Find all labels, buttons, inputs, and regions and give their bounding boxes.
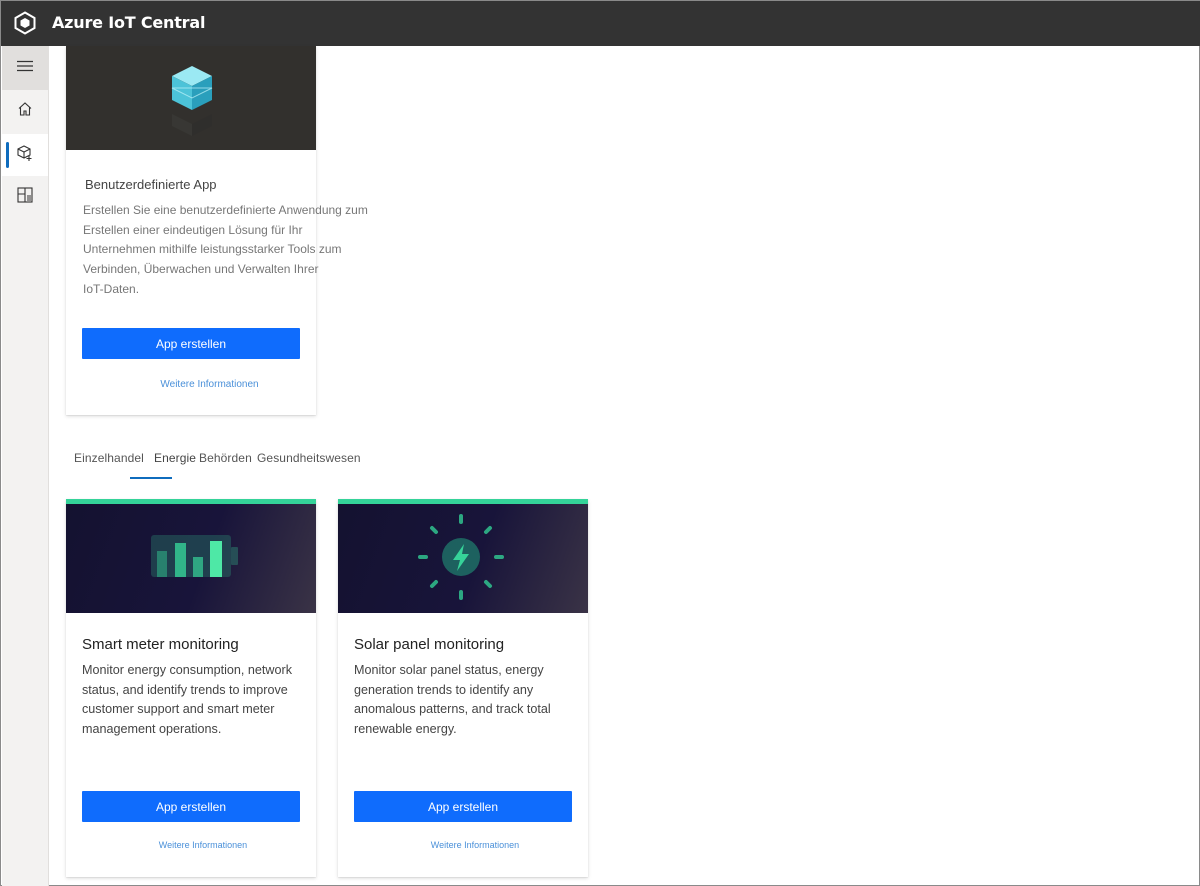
nav-active-indicator [6,142,9,168]
tab-retail[interactable]: Einzelhandel [74,451,144,465]
nav-home[interactable] [2,90,48,132]
template-title: Solar panel monitoring [354,636,505,653]
app-title[interactable]: Azure IoT Central [52,13,205,32]
sun-bolt-icon [418,514,504,600]
solar-panel-template-card: Solar panel monitoring Monitor solar pan… [338,499,588,877]
custom-app-hero [66,46,316,150]
create-custom-app-button[interactable]: App erstellen [82,328,300,359]
create-app-button[interactable]: App erstellen [82,791,300,822]
custom-app-description-line: Verbinden, Überwachen und Verwalten Ihre… [83,262,319,277]
home-icon [17,101,33,122]
custom-app-title: Benutzerdefinierte App [85,177,217,192]
tab-energy[interactable]: Energie [154,451,196,465]
build-cube-icon [16,144,34,167]
hexagon-logo-icon[interactable] [13,11,37,35]
custom-app-card: Benutzerdefinierte App Erstellen Sie ein… [66,46,368,415]
tab-healthcare[interactable]: Gesundheitswesen [257,451,361,465]
top-bar: Azure IoT Central [1,1,1200,46]
smart-meter-hero [66,504,316,613]
custom-app-description-line: Unternehmen mithilfe leistungsstarker To… [83,242,342,257]
learn-more-link[interactable]: Weitere Informationen [78,840,328,850]
template-description: Monitor energy consumption, network stat… [82,663,292,737]
custom-app-learn-more-link[interactable]: Weitere Informationen [82,379,337,390]
custom-app-description-line: Erstellen Sie eine benutzerdefinierte An… [83,203,368,217]
template-title: Smart meter monitoring [82,636,239,653]
solar-panel-hero [338,504,588,613]
smart-meter-template-card: Smart meter monitoring Monitor energy co… [66,499,316,877]
custom-app-cube-icon [171,66,213,136]
template-description: Monitor solar panel status, energy gener… [354,663,551,737]
hamburger-menu-button[interactable] [2,46,48,90]
battery-icon [151,535,238,577]
custom-app-description-line: IoT-Daten. [83,281,140,296]
apps-grid-icon [17,186,33,208]
hamburger-icon [17,59,33,77]
nav-my-apps[interactable] [2,176,48,218]
selected-tab-indicator [130,477,172,479]
app-window: Azure IoT Central Benutzerdefinierte App… [0,0,1200,886]
learn-more-link[interactable]: Weitere Informationen [350,840,600,850]
create-app-button[interactable]: App erstellen [354,791,572,822]
tab-government[interactable]: Behörden [199,451,252,465]
left-nav [2,46,49,886]
custom-app-description: Erstellen Sie eine benutzerdefinierte An… [83,201,403,300]
custom-app-description-line: Erstellen einer eindeutigen Lösung für I… [83,222,303,237]
